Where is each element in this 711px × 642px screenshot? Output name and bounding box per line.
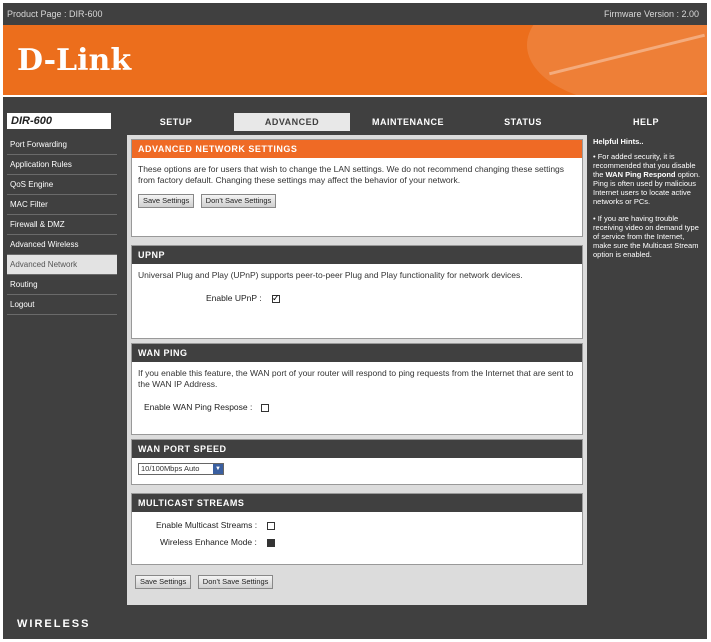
sidebar-item-advanced-wireless[interactable]: Advanced Wireless	[7, 235, 117, 255]
enable-wan-ping-checkbox[interactable]	[260, 403, 269, 412]
advanced-network-section: ADVANCED NETWORK SETTINGS These options …	[131, 139, 583, 237]
dont-save-settings-button-bottom[interactable]: Don't Save Settings	[197, 575, 274, 589]
main-content: ADVANCED NETWORK SETTINGS These options …	[127, 135, 587, 605]
tab-advanced[interactable]: ADVANCED	[234, 113, 350, 131]
help-hint-emphasis: WAN Ping Respond	[605, 170, 676, 179]
wireless-enhance-label: Wireless Enhance Mode :	[160, 537, 257, 547]
chevron-down-icon: ▼	[213, 464, 223, 474]
section-title: MULTICAST STREAMS	[132, 494, 582, 512]
save-settings-button-bottom[interactable]: Save Settings	[135, 575, 192, 589]
banner-swoosh	[527, 25, 707, 95]
sidebar-nav: Port Forwarding Application Rules QoS En…	[7, 135, 117, 315]
enable-wan-ping-label: Enable WAN Ping Respose :	[144, 402, 253, 412]
wan-ping-section: WAN PING If you enable this feature, the…	[131, 343, 583, 435]
bottom-button-row: Save Settings Don't Save Settings	[135, 575, 274, 589]
sidebar-item-mac-filter[interactable]: MAC Filter	[7, 195, 117, 215]
enable-upnp-checkbox[interactable]	[271, 293, 280, 304]
footer-bar: WIRELESS	[3, 609, 707, 639]
help-hint-wan-ping: • For added security, it is recommended …	[591, 152, 705, 214]
sidebar-item-qos-engine[interactable]: QoS Engine	[7, 175, 117, 195]
top-info-bar: Product Page : DIR-600 Firmware Version …	[3, 3, 707, 25]
wan-port-speed-value: 10/100Mbps Auto	[141, 464, 200, 473]
wan-port-speed-section: WAN PORT SPEED 10/100Mbps Auto ▼	[131, 439, 583, 485]
tab-maintenance[interactable]: MAINTENANCE	[351, 113, 465, 131]
model-badge: DIR-600	[7, 113, 111, 129]
sidebar-item-port-forwarding[interactable]: Port Forwarding	[7, 135, 117, 155]
tab-status[interactable]: STATUS	[466, 113, 580, 131]
multicast-streams-section: MULTICAST STREAMS Enable Multicast Strea…	[131, 493, 583, 565]
sidebar-item-advanced-network[interactable]: Advanced Network	[7, 255, 117, 275]
tab-help[interactable]: HELP	[587, 113, 705, 131]
help-panel: Helpful Hints.. • For added security, it…	[591, 135, 705, 267]
help-title: Helpful Hints..	[593, 137, 644, 146]
save-settings-button[interactable]: Save Settings	[138, 194, 195, 208]
upnp-section: UPNP Universal Plug and Play (UPnP) supp…	[131, 245, 583, 339]
tab-setup[interactable]: SETUP	[119, 113, 233, 131]
product-page-label: Product Page : DIR-600	[7, 9, 103, 19]
section-description: If you enable this feature, the WAN port…	[138, 368, 574, 389]
sidebar-item-routing[interactable]: Routing	[7, 275, 117, 295]
firmware-version-label: Firmware Version : 2.00	[603, 9, 699, 19]
enable-upnp-label: Enable UPnP :	[206, 293, 262, 303]
section-title: WAN PING	[132, 344, 582, 362]
help-hint-multicast: • If you are having trouble receiving vi…	[593, 214, 699, 259]
section-title: UPNP	[132, 246, 582, 264]
sidebar-item-application-rules[interactable]: Application Rules	[7, 155, 117, 175]
router-admin-page: Product Page : DIR-600 Firmware Version …	[3, 3, 707, 639]
main-tab-bar: DIR-600 SETUP ADVANCED MAINTENANCE STATU…	[3, 110, 707, 131]
enable-multicast-label: Enable Multicast Streams :	[156, 520, 258, 530]
section-description: Universal Plug and Play (UPnP) supports …	[138, 270, 523, 280]
dont-save-settings-button[interactable]: Don't Save Settings	[200, 194, 277, 208]
wireless-enhance-checkbox[interactable]	[267, 538, 276, 547]
wireless-logo: WIRELESS	[17, 618, 91, 630]
section-description: These options are for users that wish to…	[138, 164, 565, 185]
enable-multicast-checkbox[interactable]	[267, 521, 276, 530]
brand-banner: D-Link	[3, 25, 707, 97]
sidebar-item-logout[interactable]: Logout	[7, 295, 117, 315]
section-title: ADVANCED NETWORK SETTINGS	[132, 140, 582, 158]
section-title: WAN PORT SPEED	[132, 440, 582, 458]
dlink-logo: D-Link	[17, 43, 132, 78]
wan-port-speed-select[interactable]: 10/100Mbps Auto ▼	[138, 463, 224, 475]
sidebar-item-firewall-dmz[interactable]: Firewall & DMZ	[7, 215, 117, 235]
